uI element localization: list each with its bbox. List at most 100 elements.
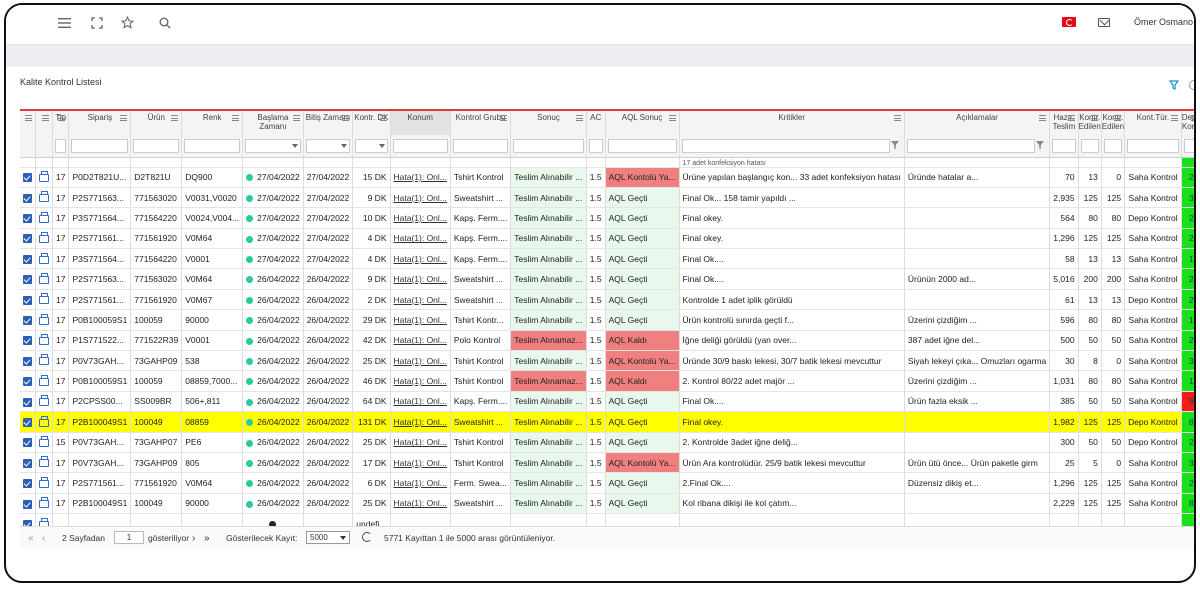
column-menu-icon[interactable]	[1039, 115, 1047, 121]
column-filter-input[interactable]	[184, 138, 241, 153]
column-filter-input[interactable]	[681, 138, 899, 153]
table-row[interactable]: 17 P2B100049S1 100049 08859 26/04/2022 26/04/…	[20, 411, 1194, 433]
printer-icon[interactable]	[39, 252, 49, 264]
column-header-8[interactable]: Kontr. DK	[352, 111, 391, 135]
row-print[interactable]	[35, 432, 53, 453]
chevron-down-icon[interactable]	[341, 143, 348, 148]
row-select[interactable]	[20, 228, 36, 250]
row-print[interactable]	[35, 187, 53, 209]
cell-konum[interactable]: Hata(1): Onl...	[390, 289, 451, 311]
row-print[interactable]	[35, 350, 53, 372]
row-print[interactable]	[35, 370, 53, 392]
column-menu-icon[interactable]	[120, 115, 128, 121]
column-header-4[interactable]: Ürün	[130, 111, 183, 135]
column-filter-input[interactable]	[133, 138, 180, 153]
printer-icon[interactable]	[39, 456, 49, 468]
column-menu-icon[interactable]	[1190, 115, 1194, 121]
printer-icon[interactable]	[39, 415, 49, 427]
cell-konum[interactable]: Hata(1): Onl...	[390, 370, 451, 392]
cell-konum[interactable]: Hata(1): Onl...	[390, 187, 451, 209]
table-row[interactable]: 17 P2S771561... 771561920 V0M67 26/04/2022 26…	[20, 289, 1194, 311]
checkbox-checked-icon[interactable]	[23, 254, 32, 264]
row-select[interactable]	[20, 452, 36, 474]
checkbox-checked-icon[interactable]	[23, 295, 32, 305]
row-select[interactable]	[20, 370, 36, 392]
table-row[interactable]: 17 P0B100059S1 100059 08859,7000... 26/04/20…	[20, 370, 1194, 392]
checkbox-checked-icon[interactable]	[23, 438, 32, 448]
printer-icon[interactable]	[39, 334, 49, 346]
cell-konum[interactable]: Hata(1): Onl...	[390, 309, 451, 331]
column-header-16[interactable]: Hazır. Teslim	[1049, 111, 1079, 135]
table-row[interactable]: 17 P0V73GAH... 73GAHP09 538 26/04/2022 26/04/…	[20, 350, 1194, 372]
cell-konum[interactable]: Hata(1): Onl...	[390, 493, 451, 515]
row-select[interactable]	[20, 248, 36, 270]
table-row[interactable]: 17 P2S771563... 771563020 V0M64 26/04/2022 26…	[20, 268, 1194, 290]
table-row[interactable]: 17 P1S771522... 771522R39 V0001 26/04/2022 26…	[20, 330, 1194, 352]
printer-icon[interactable]	[39, 436, 49, 448]
cell-konum[interactable]: Hata(1): Onl...	[390, 248, 451, 270]
user-name[interactable]: Ömer Osmano	[1134, 17, 1193, 27]
printer-icon[interactable]	[39, 170, 49, 182]
column-filter-input[interactable]	[1052, 138, 1076, 153]
column-menu-icon[interactable]	[575, 115, 583, 121]
column-menu-icon[interactable]	[25, 115, 32, 121]
cell-konum[interactable]: Hata(1): Onl...	[390, 167, 451, 188]
printer-icon[interactable]	[39, 211, 49, 223]
row-select[interactable]	[20, 432, 36, 453]
table-row[interactable]: 15 P0V73GAH... 73GAHP07 PE6 26/04/2022 26/04/…	[20, 432, 1194, 453]
cell-konum[interactable]: Hata(1): Onl...	[390, 391, 451, 413]
checkbox-checked-icon[interactable]	[23, 275, 32, 285]
column-menu-icon[interactable]	[379, 115, 387, 121]
column-menu-icon[interactable]	[42, 115, 49, 121]
first-page-icon[interactable]: «	[28, 533, 34, 544]
row-print[interactable]	[35, 391, 53, 413]
row-print[interactable]	[35, 309, 53, 331]
table-row[interactable]: 17 P3S771564... 771564220 V0024,V004... 27/0…	[20, 207, 1194, 229]
printer-icon[interactable]	[39, 191, 49, 203]
table-row[interactable]: 17 P2S771563... 771563020 V0031,V0020 27/04/…	[20, 187, 1194, 209]
row-print[interactable]	[35, 472, 53, 494]
checkbox-checked-icon[interactable]	[23, 356, 32, 366]
row-select[interactable]	[20, 493, 36, 515]
row-select[interactable]	[20, 309, 36, 331]
table-row[interactable]: 17 P2S771561... 771561920 V0M64 27/04/2022 27…	[20, 228, 1194, 250]
last-page-icon[interactable]: »	[204, 533, 210, 544]
row-print[interactable]	[35, 411, 53, 433]
cell-konum[interactable]: Hata(1): Onl...	[390, 350, 451, 372]
column-menu-icon[interactable]	[292, 115, 300, 121]
filter-icon[interactable]	[1036, 140, 1045, 149]
checkbox-checked-icon[interactable]	[23, 499, 32, 509]
chevron-down-icon[interactable]	[378, 143, 385, 148]
row-print[interactable]	[35, 289, 53, 311]
row-print[interactable]	[35, 268, 53, 290]
column-header-19[interactable]: Kont.Tür.	[1124, 111, 1182, 135]
column-header-10[interactable]: Kontrol Grubu	[450, 111, 512, 135]
filter-icon[interactable]	[1168, 80, 1180, 90]
table-row[interactable]: 17 P0V73GAH... 73GAHP09 805 26/04/2022 26/04/…	[20, 452, 1194, 474]
cell-konum[interactable]: Hata(1): Onl...	[390, 330, 451, 352]
column-header-14[interactable]: Kritikler	[679, 111, 905, 135]
page-number-input[interactable]: 1	[114, 531, 144, 544]
column-header-15[interactable]: Açıklamalar	[904, 111, 1051, 135]
prev-page-icon[interactable]: ‹	[42, 533, 45, 544]
table-row[interactable]: 17 P3S771564... 771564220 V0001 27/04/2022 27…	[20, 248, 1194, 270]
reload-icon[interactable]	[362, 532, 372, 542]
printer-icon[interactable]	[39, 374, 49, 386]
row-print[interactable]	[35, 248, 53, 270]
column-filter-input[interactable]	[513, 138, 584, 153]
row-print[interactable]	[35, 493, 53, 515]
row-select[interactable]	[20, 350, 36, 372]
records-per-page-select[interactable]: 5000	[306, 531, 350, 544]
column-filter-input[interactable]	[71, 138, 129, 153]
row-select[interactable]	[20, 472, 36, 494]
column-filter-input[interactable]	[355, 138, 388, 153]
column-header-12[interactable]: AC	[586, 111, 606, 135]
printer-icon[interactable]	[39, 313, 49, 325]
cell-konum[interactable]: Hata(1): Onl...	[390, 411, 451, 433]
checkbox-checked-icon[interactable]	[23, 234, 32, 244]
column-header-1[interactable]	[35, 111, 53, 135]
column-menu-icon[interactable]	[171, 115, 179, 121]
column-menu-icon[interactable]	[1114, 115, 1122, 121]
cell-konum[interactable]: Hata(1): Onl...	[390, 452, 451, 474]
column-menu-icon[interactable]	[1170, 115, 1178, 121]
